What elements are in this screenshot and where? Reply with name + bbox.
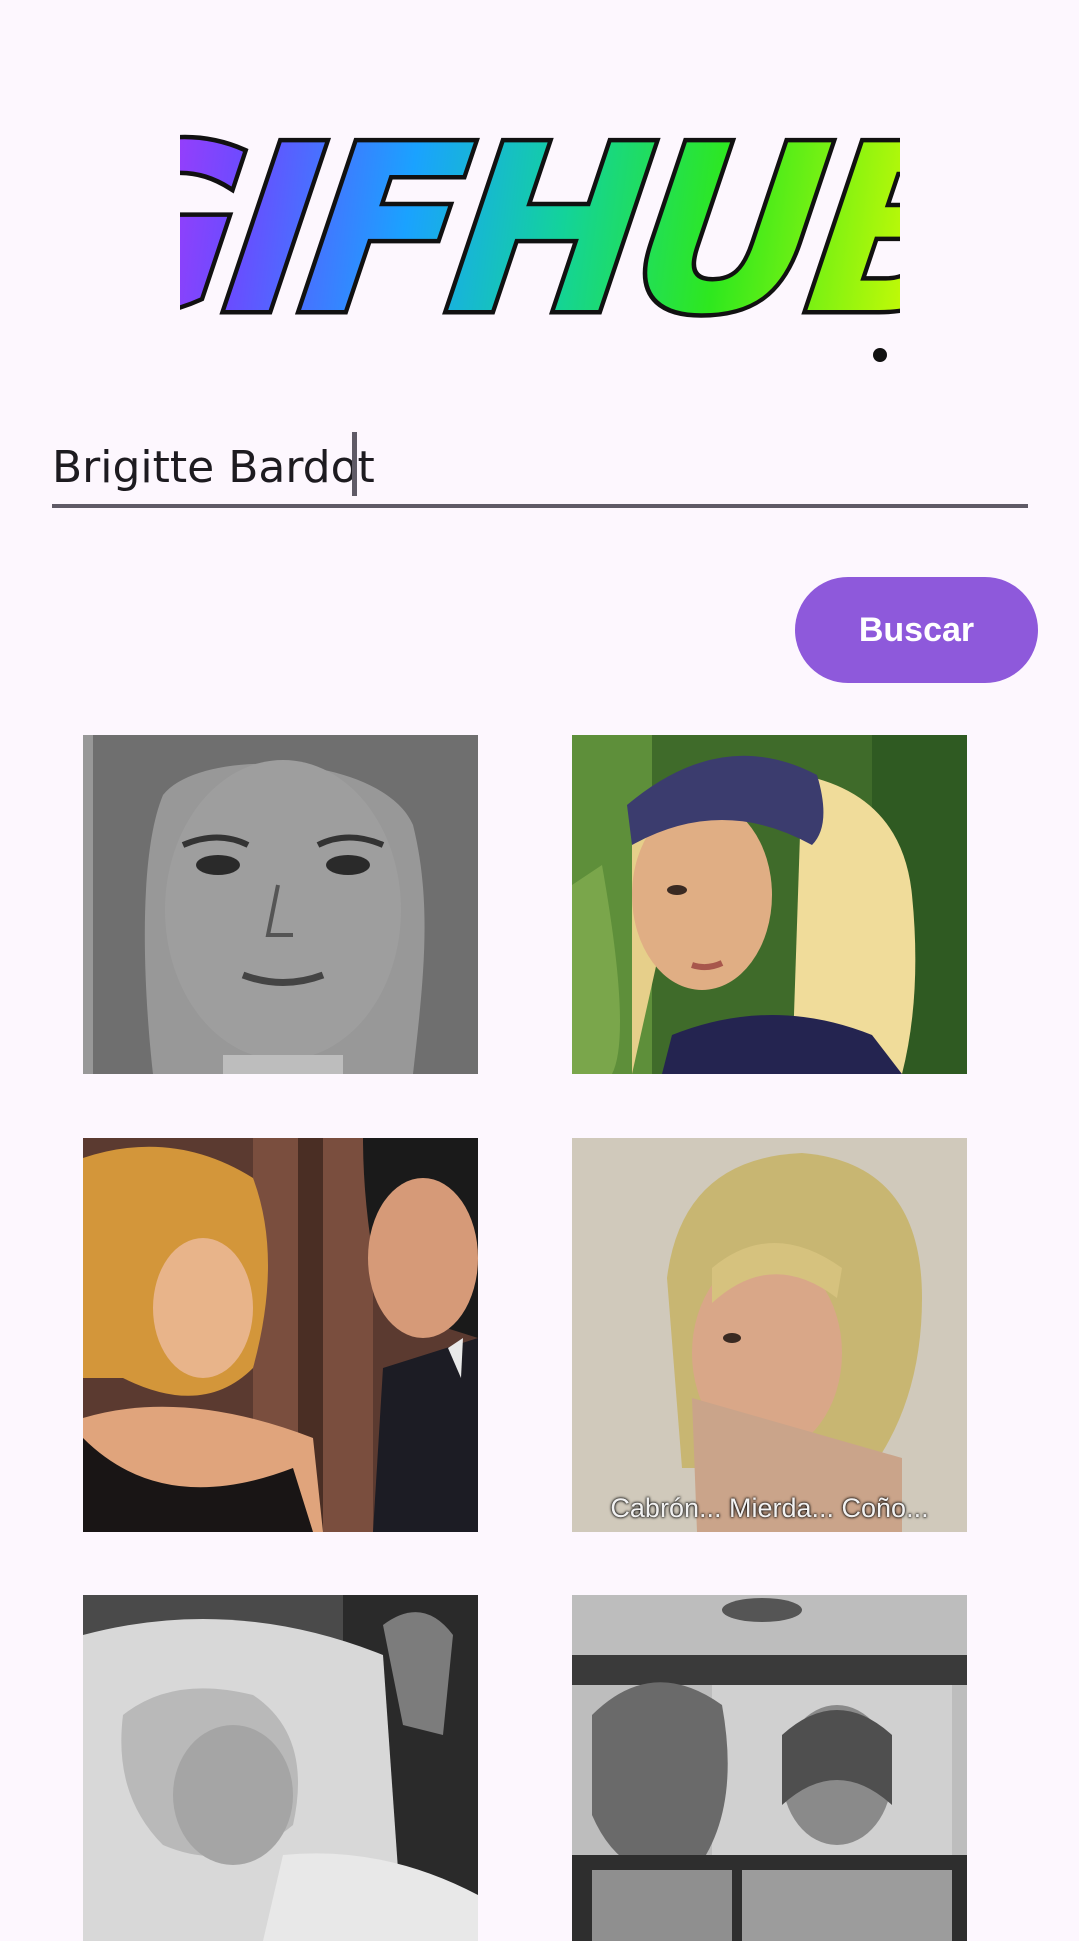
search-input[interactable] — [52, 430, 1028, 508]
gif-image — [572, 1595, 967, 1941]
gif-result-3[interactable] — [83, 1138, 478, 1532]
search-button[interactable]: Buscar — [795, 577, 1038, 683]
gif-image — [83, 735, 478, 1074]
app-logo: GIFHUB — [180, 60, 900, 380]
gif-result-5[interactable] — [83, 1595, 478, 1941]
gif-result-2[interactable] — [572, 735, 967, 1074]
gif-result-4[interactable]: Cabrón... Mierda... Coño... — [572, 1138, 967, 1532]
gif-image — [572, 735, 967, 1074]
gif-image — [83, 1138, 478, 1532]
gif-result-6[interactable] — [572, 1595, 967, 1941]
logo-wordmark: GIFHUB — [180, 96, 900, 365]
search-field[interactable] — [52, 430, 1028, 508]
gif-caption: Cabrón... Mierda... Coño... — [610, 1493, 929, 1523]
gif-image — [83, 1595, 478, 1941]
text-cursor — [352, 432, 357, 496]
gif-image — [572, 1138, 967, 1532]
gif-result-1[interactable] — [83, 735, 478, 1074]
